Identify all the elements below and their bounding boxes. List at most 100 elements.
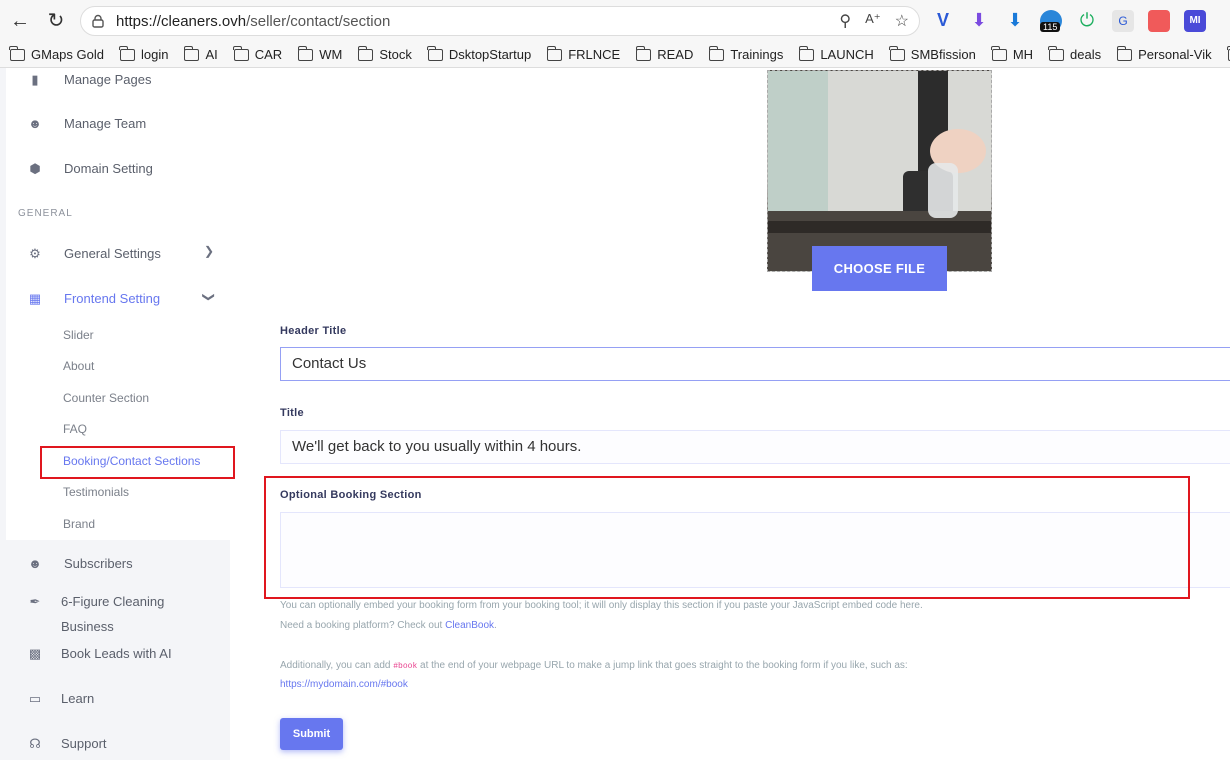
grid-icon: ▦ (28, 290, 42, 306)
header-title-label: Header Title (280, 325, 347, 337)
sidebar-item-learn[interactable]: ▭ Learn (28, 691, 94, 706)
vivaldi-extension-icon[interactable]: V (932, 10, 954, 32)
submit-button[interactable]: Submit (280, 718, 343, 750)
headset-icon: ☊ (29, 735, 41, 751)
folder-icon (183, 45, 200, 61)
favorite-star-icon[interactable]: ☆ (895, 11, 909, 31)
bookmark-label: GMaps Gold (31, 47, 104, 62)
folder-icon (119, 45, 135, 61)
book-icon: ▭ (28, 690, 42, 706)
title-label: Title (280, 407, 304, 419)
bookmark-item[interactable]: Personal-Vik (1116, 45, 1212, 62)
sidebar-subitem-testimonials[interactable]: Testimonials (63, 485, 129, 499)
bookmark-label: Trainings (730, 47, 784, 62)
booking-help-text: You can optionally embed your booking fo… (280, 600, 923, 611)
bookmark-label: login (140, 47, 169, 62)
bookmark-item[interactable]: Stock (357, 45, 412, 62)
robot-icon: ▩ (28, 645, 42, 661)
bookmark-item[interactable]: GMaps Gold (9, 45, 104, 62)
read-aloud-icon[interactable]: A⁺ (865, 11, 881, 31)
sidebar: ▮ Manage Pages ☻ Manage Team ⬢ Domain Se… (0, 68, 230, 760)
chevron-right-icon: ❯ (204, 244, 215, 258)
sidebar-subitem-faq[interactable]: FAQ (63, 422, 87, 436)
header-title-input[interactable]: Contact Us (280, 347, 1230, 381)
book-anchor-code: #book (393, 662, 418, 671)
back-arrow-icon[interactable]: ← (8, 9, 32, 33)
sidebar-item-general-settings[interactable]: ⚙ General Settings (28, 246, 161, 261)
address-bar[interactable]: https://cleaners.ovh/seller/contact/sect… (80, 6, 920, 36)
bookmark-item[interactable]: READ (635, 45, 694, 62)
folder-icon (546, 45, 563, 61)
folder-icon (357, 45, 374, 61)
bookmark-item[interactable]: DsktopStartup (427, 45, 531, 62)
folder-icon (427, 45, 443, 61)
downloads-icon[interactable]: ⬇ (1004, 10, 1026, 32)
bookmark-item[interactable]: Trainings (708, 45, 784, 62)
sidebar-item-subscribers[interactable]: ☻ Subscribers (28, 555, 132, 571)
bookmark-item[interactable]: SMBfission (889, 45, 976, 62)
sidebar-item-support[interactable]: ☊ Support (28, 735, 106, 751)
sidebar-subitem-about[interactable]: About (63, 359, 94, 373)
annotation-highlight-sidebar (40, 446, 235, 479)
bookmark-item[interactable]: login (119, 45, 169, 62)
sidebar-item-manage-team[interactable]: ☻ Manage Team (28, 116, 146, 131)
example-url-link[interactable]: https://mydomain.com/#book (280, 679, 408, 690)
sidebar-item-label: 6-Figure Cleaning (61, 594, 165, 609)
file-icon: ▮ (31, 71, 39, 87)
folder-icon (233, 45, 249, 61)
users-icon: ☻ (28, 115, 42, 131)
bookmark-item[interactable]: FRLNCE (546, 45, 621, 62)
reload-icon[interactable]: ↻ (44, 9, 68, 33)
bookmark-label: FRLNCE (568, 47, 621, 62)
booking-platform-help: Need a booking platform? Check out Clean… (280, 620, 497, 631)
sidebar-item-domain-setting[interactable]: ⬢ Domain Setting (28, 161, 153, 176)
url-text: https://cleaners.ovh/seller/contact/sect… (116, 13, 391, 30)
bookmark-item[interactable]: deals (1048, 45, 1102, 62)
choose-file-button[interactable]: CHOOSE FILE (812, 246, 947, 291)
bookmark-label: MH (1012, 47, 1034, 62)
sidebar-subitem-slider[interactable]: Slider (63, 328, 94, 342)
sidebar-subitem-counter-section[interactable]: Counter Section (63, 391, 149, 405)
sidebar-item-manage-pages[interactable]: ▮ Manage Pages (28, 72, 151, 87)
folder-icon (9, 45, 25, 61)
bookmark-item[interactable]: AI (183, 45, 218, 62)
sidebar-subitem-brand[interactable]: Brand (63, 517, 95, 531)
bookmark-item[interactable]: WM (297, 45, 343, 62)
bookmark-item[interactable]: MH (991, 45, 1034, 62)
bookmarks-bar: GMaps Gold login AI CAR WM Stock DsktopStartup… (0, 42, 1230, 68)
translate-icon[interactable]: G (1112, 10, 1134, 32)
title-input[interactable]: We'll get back to you usually within 4 h… (280, 430, 1230, 464)
sidebar-item-6-figure-cleaning[interactable]: ✒ 6-Figure Cleaning Business (28, 589, 165, 639)
example-url-help: https://mydomain.com/#book (280, 679, 408, 690)
folder-icon (635, 45, 652, 61)
bookmark-label: WM (319, 47, 343, 62)
brush-icon: ✒ (29, 594, 41, 609)
sidebar-item-book-leads-ai[interactable]: ▩ Book Leads with AI (28, 646, 172, 661)
cleaning-photo-image (768, 71, 991, 271)
browser-toolbar: ← ↻ https://cleaners.ovh/seller/contact/… (0, 0, 1230, 42)
bookmark-label: CAR (254, 47, 283, 62)
power-icon[interactable]: ⏻ (1076, 10, 1098, 32)
sidebar-item-frontend-setting[interactable]: ▦ Frontend Setting (28, 291, 160, 306)
bookmark-label: LAUNCH (820, 47, 874, 62)
sidebar-item-label-line2: Business (61, 619, 114, 634)
bookmark-item[interactable]: CAR (233, 45, 283, 62)
extension-icon[interactable] (1148, 10, 1170, 32)
folder-icon (708, 45, 725, 61)
bookmark-item[interactable]: LAUNCH (798, 45, 874, 62)
site-info-icon[interactable] (91, 14, 105, 28)
chevron-down-icon: ❯ (202, 291, 217, 303)
email-extension-icon[interactable]: 115 (1040, 10, 1062, 32)
gear-icon: ⚙ (29, 245, 41, 261)
users-icon: ☻ (28, 555, 42, 571)
zoom-icon[interactable]: ⚲ (839, 11, 851, 31)
folder-icon (889, 45, 905, 61)
bookmark-label: deals (1070, 47, 1102, 62)
mi-extension-icon[interactable]: MI (1184, 10, 1206, 32)
folder-icon (1116, 45, 1133, 61)
bookmark-label: SMBfission (910, 47, 976, 62)
download-arrow-icon[interactable]: ⬇ (968, 10, 990, 32)
bookmark-label: Personal-Vik (1138, 47, 1212, 62)
bookmark-label: READ (657, 47, 694, 62)
cleanbook-link[interactable]: CleanBook (445, 620, 494, 631)
